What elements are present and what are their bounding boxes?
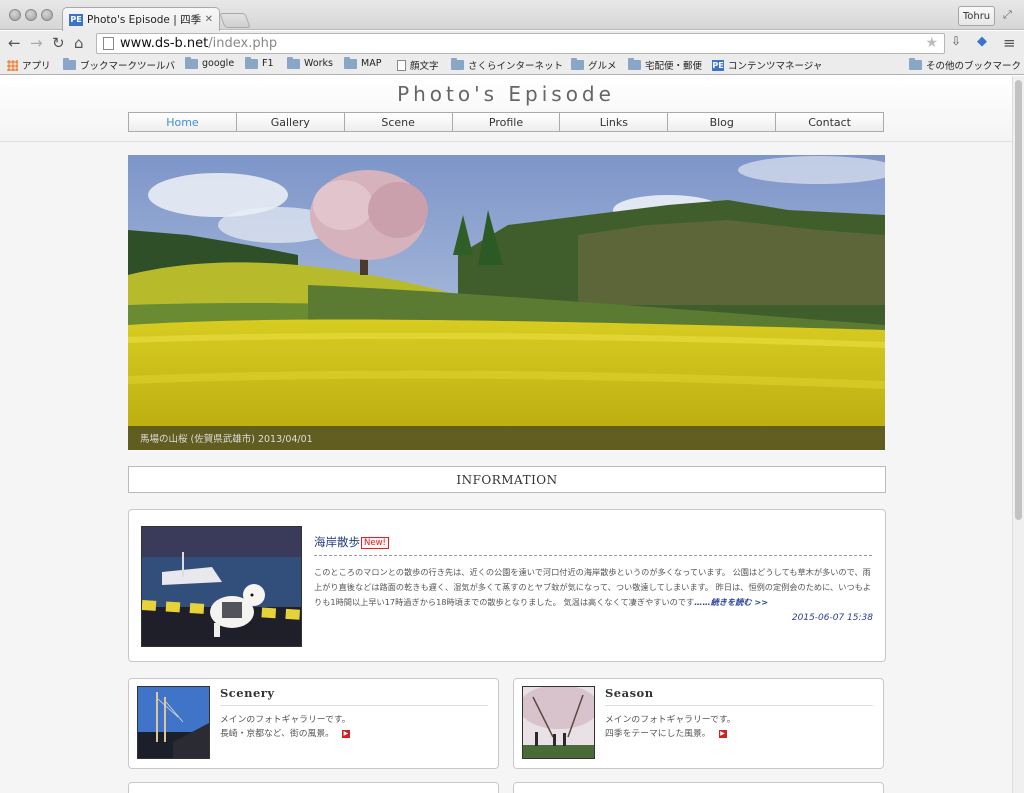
post-thumbnail[interactable]: [141, 526, 302, 647]
scenery-card[interactable]: Scenery メインのフォトギャラリーです。 長崎・京都など、街の風景。 ▶: [128, 678, 499, 769]
url-path: /index.php: [208, 36, 278, 51]
read-more-link[interactable]: ……続きを読む >>: [694, 597, 768, 607]
nav-contact[interactable]: Contact: [776, 113, 884, 131]
dog-harbor-photo: [142, 527, 301, 646]
pe-icon: PE: [712, 59, 724, 71]
landscape-photo: [128, 155, 885, 450]
news-post: 海岸散歩 New! このところのマロンとの散歩の行き先は、近くの公園を遠いで河口…: [128, 509, 886, 662]
card-title[interactable]: Scenery: [220, 686, 275, 700]
nav-links[interactable]: Links: [560, 113, 669, 131]
folder-icon: [287, 56, 300, 69]
bookmark-item[interactable]: google: [185, 56, 234, 69]
scrollbar-thumb[interactable]: [1015, 80, 1022, 520]
hero-caption: 馬場の山桜 (佐賀県武雄市) 2013/04/01: [128, 426, 885, 450]
folder-icon: [185, 56, 198, 69]
harbor-photo: [138, 687, 209, 758]
tab-title: Photo's Episode | 四季の風景: [87, 14, 201, 26]
arrow-right-icon[interactable]: ▶: [341, 729, 350, 738]
hero-image: 馬場の山桜 (佐賀県武雄市) 2013/04/01: [128, 155, 885, 450]
profile-button[interactable]: Tohru: [958, 6, 995, 26]
folder-icon: [628, 58, 641, 70]
card-description: メインのフォトギャラリーです。 長崎・京都など、街の風景。 ▶: [220, 715, 351, 739]
main-nav: Home Gallery Scene Profile Links Blog Co…: [128, 112, 884, 132]
folder-icon: [63, 58, 76, 70]
bookmark-item[interactable]: ブックマークツールバ: [63, 58, 175, 72]
pe-favicon-icon: PE: [69, 13, 83, 26]
browser-toolbar: ← → ↻ ⌂ www.ds-b.net/index.php ★ ⇩ ◆ ≡: [0, 31, 1024, 55]
nav-scene[interactable]: Scene: [344, 113, 453, 131]
folder-icon: [451, 58, 464, 70]
folder-icon: [344, 56, 357, 69]
home-icon[interactable]: ⌂: [74, 34, 84, 52]
site-header: Photo's Episode Home Gallery Scene Profi…: [0, 76, 1012, 142]
season-card[interactable]: Season メインのフォトギャラリーです。 四季をテーマにした風景。 ▶: [513, 678, 884, 769]
forward-icon[interactable]: →: [30, 34, 43, 52]
arrow-right-icon[interactable]: ▶: [718, 729, 727, 738]
bookmark-star-icon[interactable]: ★: [925, 35, 938, 51]
bookmark-item[interactable]: さくらインターネット: [451, 58, 563, 72]
nav-gallery[interactable]: Gallery: [236, 113, 345, 131]
window-titlebar: PE Photo's Episode | 四季の風景 ✕ Tohru ⤢: [0, 0, 1024, 31]
cherry-blossom-photo: [523, 687, 594, 758]
divider: [220, 705, 488, 706]
folder-icon: [909, 58, 922, 70]
card-partial[interactable]: [513, 782, 884, 793]
reload-icon[interactable]: ↻: [52, 34, 65, 52]
nav-home[interactable]: Home: [129, 113, 237, 131]
new-badge: New!: [361, 537, 389, 549]
bookmark-item[interactable]: MAP: [344, 56, 381, 69]
address-bar[interactable]: www.ds-b.net/index.php ★: [96, 33, 945, 54]
nav-profile[interactable]: Profile: [452, 113, 561, 131]
apps-icon: [7, 59, 18, 71]
card-partial[interactable]: [128, 782, 499, 793]
divider: [314, 555, 872, 556]
folder-icon: [245, 56, 258, 69]
nav-blog[interactable]: Blog: [668, 113, 777, 131]
back-icon[interactable]: ←: [8, 34, 21, 52]
scenery-thumbnail[interactable]: [137, 686, 210, 759]
bookmark-item[interactable]: Works: [287, 56, 333, 69]
extension-bird-icon[interactable]: ◆: [977, 34, 987, 49]
extension-icon[interactable]: ⇩: [951, 34, 961, 48]
post-date: 2015-06-07 15:38: [791, 613, 873, 623]
zoom-window-button[interactable]: [41, 9, 53, 21]
new-tab-button[interactable]: [219, 13, 251, 28]
bookmark-item[interactable]: F1: [245, 56, 274, 69]
site-title[interactable]: Photo's Episode: [0, 82, 1012, 106]
other-bookmarks[interactable]: その他のブックマーク: [909, 58, 1021, 72]
close-window-button[interactable]: [9, 9, 21, 21]
browser-tab[interactable]: PE Photo's Episode | 四季の風景 ✕: [62, 7, 220, 31]
season-thumbnail[interactable]: [522, 686, 595, 759]
bookmark-item[interactable]: 宅配便・郵便: [628, 58, 702, 72]
minimize-window-button[interactable]: [25, 9, 37, 21]
post-title[interactable]: 海岸散歩: [314, 534, 360, 550]
bookmarks-bar: アプリ ブックマークツールバ google F1 Works MAP 顔文字 さ…: [0, 55, 1024, 75]
bookmark-item[interactable]: アプリ: [7, 58, 51, 72]
page-icon: [103, 37, 114, 50]
fullscreen-icon[interactable]: ⤢: [1003, 8, 1012, 22]
divider: [605, 705, 873, 706]
menu-icon[interactable]: ≡: [1003, 34, 1016, 52]
post-body: このところのマロンとの散歩の行き先は、近くの公園を遠いで河口付近の海岸散歩という…: [314, 567, 871, 607]
card-title[interactable]: Season: [605, 686, 654, 700]
web-page: Photo's Episode Home Gallery Scene Profi…: [0, 76, 1012, 793]
folder-icon: [571, 58, 584, 70]
bookmark-item[interactable]: PE コンテンツマネージャ: [712, 58, 822, 72]
close-tab-icon[interactable]: ✕: [205, 14, 213, 25]
card-description: メインのフォトギャラリーです。 四季をテーマにした風景。 ▶: [605, 715, 736, 739]
information-heading: INFORMATION: [128, 466, 886, 493]
page-scrollbar[interactable]: [1012, 76, 1024, 793]
bookmark-item[interactable]: グルメ: [571, 58, 617, 72]
bookmark-item[interactable]: 顔文字: [397, 58, 439, 72]
page-icon: [397, 59, 406, 71]
url-host: www.ds-b.net: [120, 36, 209, 51]
